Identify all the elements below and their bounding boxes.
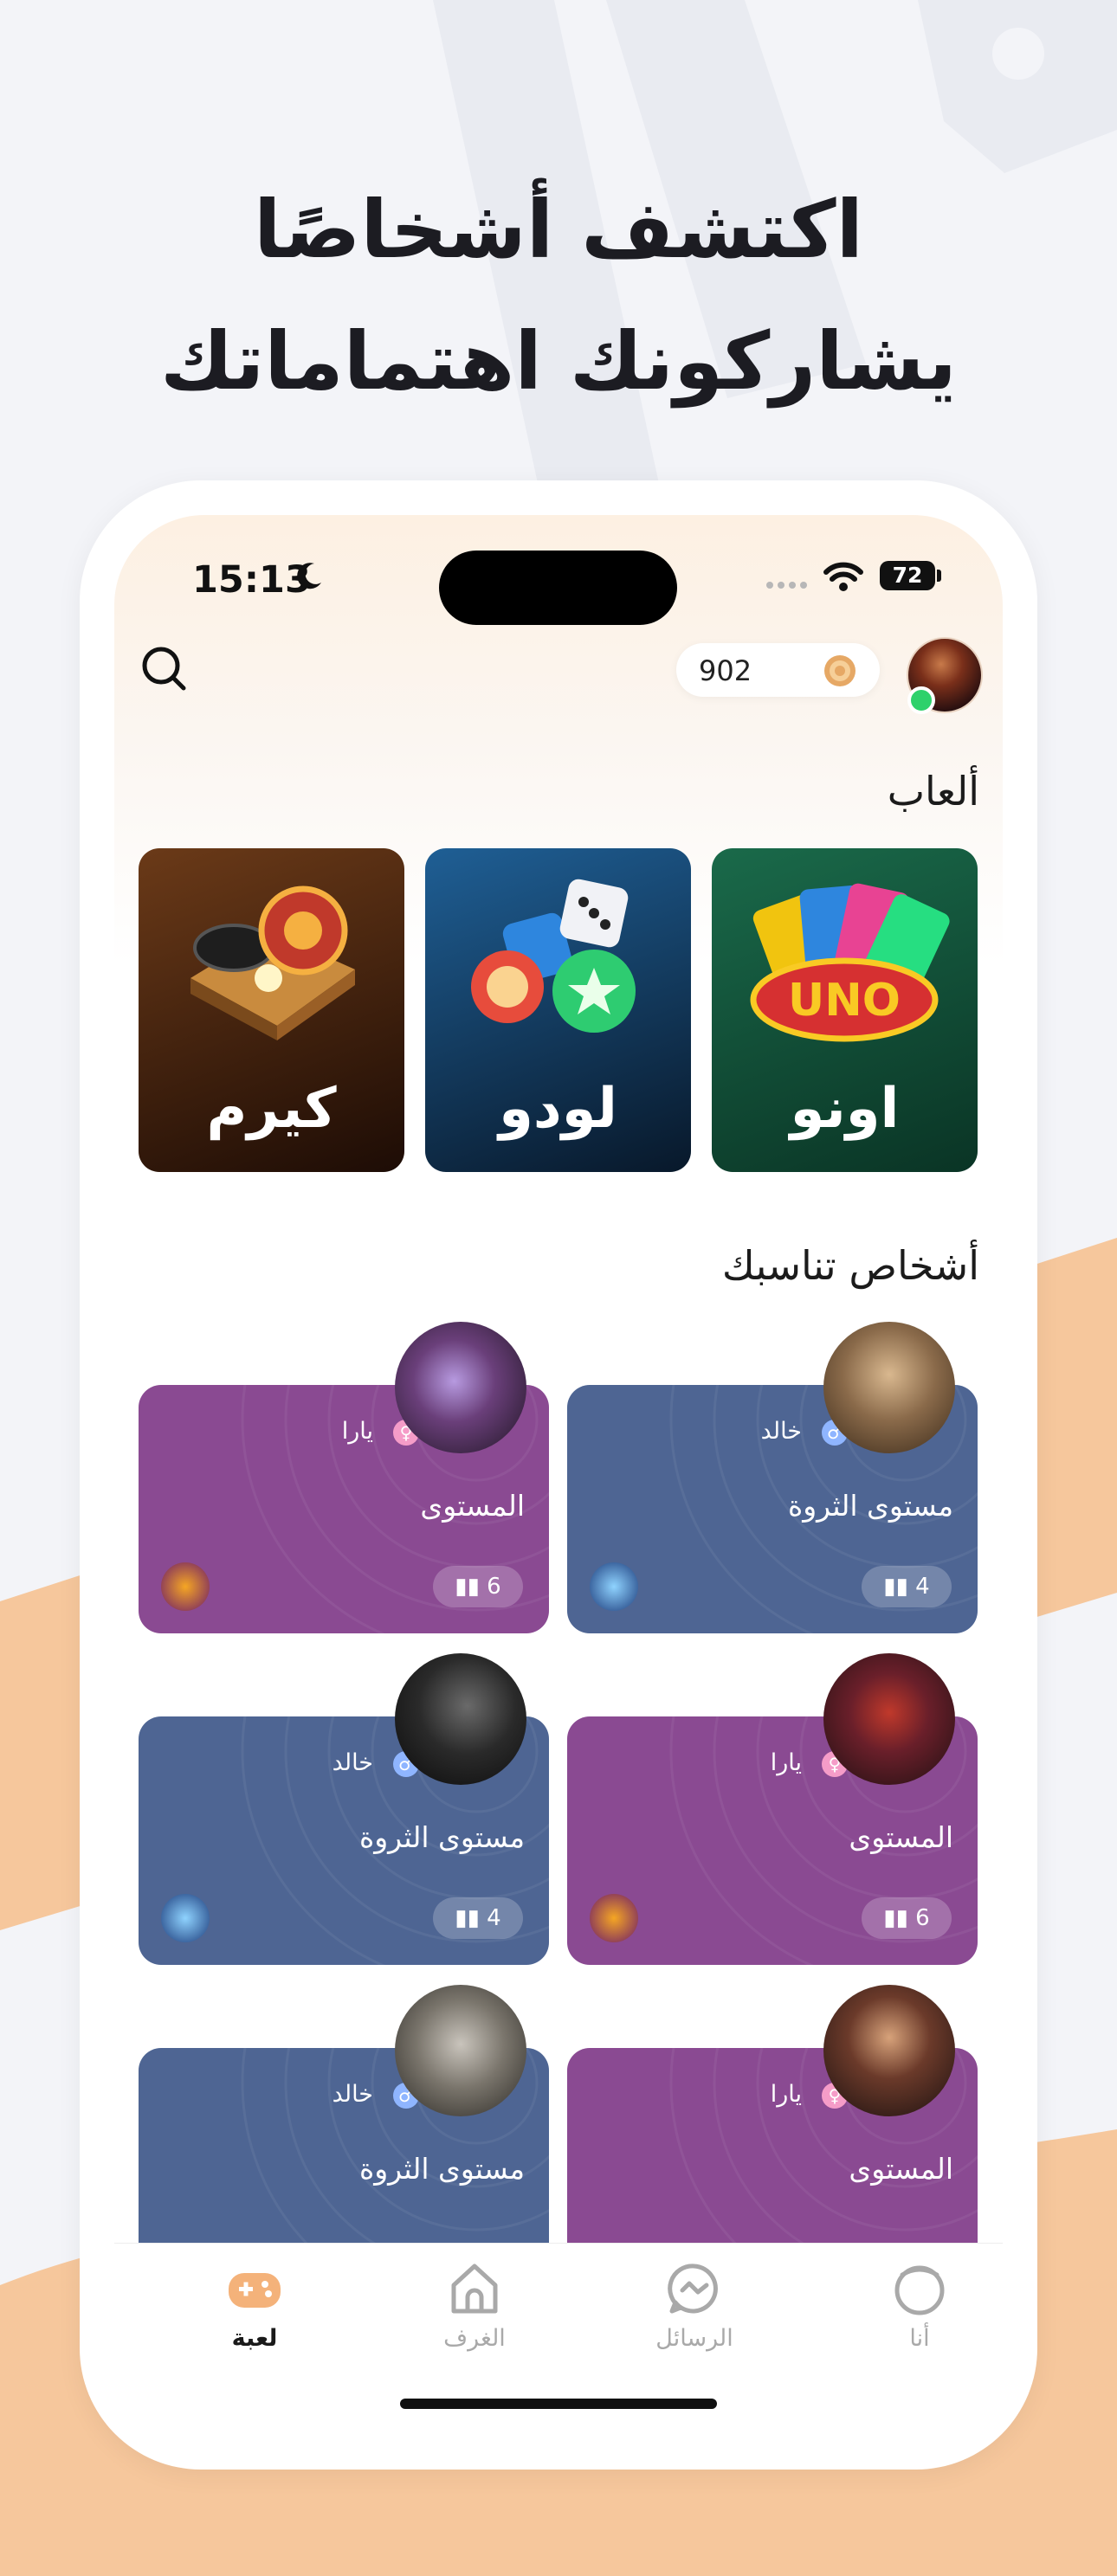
person-name: يارا — [770, 1749, 802, 1776]
avatar[interactable] — [395, 1985, 526, 2116]
person-level: مستوى الثروة — [358, 1820, 525, 1854]
level-count: 4 — [915, 1574, 930, 1600]
bar-chart-icon: ▮▮ — [883, 1905, 916, 1931]
profile-icon — [894, 2265, 945, 2315]
ludo-icon — [590, 1562, 638, 1611]
avatar[interactable] — [395, 1653, 526, 1785]
person-name: يارا — [341, 1418, 373, 1445]
home-indicator[interactable] — [400, 2399, 717, 2409]
level-badge: ▮▮ 6 — [862, 1897, 952, 1939]
person-name: خالد — [760, 1418, 802, 1445]
game-card-carrom[interactable]: كيرم — [139, 848, 404, 1172]
person-level: مستوى الثروة — [787, 1489, 953, 1523]
person-name: خالد — [332, 1749, 373, 1776]
person-level: المستوى — [420, 1489, 525, 1523]
uno-cards-icon: UNO — [750, 883, 950, 1042]
person-level: المستوى — [849, 2152, 953, 2186]
bar-chart-icon: ▮▮ — [455, 1905, 487, 1931]
tab-me[interactable]: أنا — [833, 2257, 1003, 2352]
home-icon — [451, 2264, 498, 2314]
coin-amount: 902 — [699, 654, 752, 687]
person-name: يارا — [770, 2081, 802, 2108]
moon-icon — [297, 563, 321, 589]
level-count: 6 — [487, 1574, 501, 1600]
tab-messages[interactable]: الرسائل — [608, 2257, 781, 2352]
gamepad-icon — [229, 2273, 281, 2308]
messages-icon — [668, 2264, 718, 2314]
uno-icon — [590, 1894, 638, 1942]
people-section-title: أشخاص تناسبك — [721, 1242, 979, 1289]
level-badge: ▮▮ 4 — [433, 1897, 523, 1939]
dynamic-island — [439, 551, 677, 625]
battery-indicator: 72 — [880, 561, 935, 590]
game-label-uno: اونو — [790, 1077, 900, 1141]
headline-line-1: اكتشف أشخاصًا — [253, 184, 864, 276]
uno-icon — [161, 1562, 210, 1611]
search-icon[interactable] — [139, 643, 189, 693]
avatar[interactable] — [823, 1985, 955, 2116]
game-label-ludo: لودو — [499, 1077, 617, 1141]
level-badge: ▮▮ 4 — [862, 1566, 952, 1607]
person-level: مستوى الثروة — [358, 2152, 525, 2186]
ludo-icon — [161, 1894, 210, 1942]
tab-label: أنا — [909, 2325, 930, 2352]
avatar[interactable] — [395, 1322, 526, 1453]
bar-chart-icon: ▮▮ — [883, 1574, 916, 1600]
tab-label: الغرف — [443, 2325, 506, 2352]
promo-headline: اكتشف أشخاصًا يشاركونك اهتماماتك — [0, 164, 1117, 428]
avatar[interactable] — [823, 1653, 955, 1785]
headline-line-2: يشاركونك اهتماماتك — [160, 315, 957, 408]
person-name: خالد — [332, 2081, 373, 2108]
carrom-board-icon — [190, 886, 355, 1040]
level-badge: ▮▮ 6 — [433, 1566, 523, 1607]
svg-text:UNO: UNO — [788, 975, 901, 1027]
tab-game[interactable]: لعبة — [168, 2257, 341, 2352]
tab-rooms[interactable]: الغرف — [388, 2257, 561, 2352]
wifi-icon — [823, 562, 863, 591]
games-section-title: ألعاب — [887, 768, 979, 815]
tab-label: لعبة — [231, 2325, 278, 2352]
bar-chart-icon: ▮▮ — [455, 1574, 487, 1600]
app-screen: 15:13 72 902 ألعاب UNO اونو لودو كيرم أش… — [114, 515, 1003, 2435]
online-status-dot — [907, 686, 935, 714]
level-count: 4 — [487, 1905, 501, 1931]
level-count: 6 — [915, 1905, 930, 1931]
battery-tip — [937, 570, 941, 582]
signal-dots-icon — [766, 582, 807, 589]
gold-coin-icon — [824, 655, 856, 686]
coin-balance[interactable]: 902 — [676, 643, 880, 697]
game-label-carrom: كيرم — [206, 1077, 337, 1141]
game-card-ludo[interactable]: لودو — [425, 848, 691, 1172]
ludo-dice-icon — [471, 879, 636, 1033]
tab-label: الرسائل — [655, 2325, 733, 2352]
game-card-uno[interactable]: UNO اونو — [712, 848, 978, 1172]
avatar[interactable] — [823, 1322, 955, 1453]
person-level: المستوى — [849, 1820, 953, 1854]
